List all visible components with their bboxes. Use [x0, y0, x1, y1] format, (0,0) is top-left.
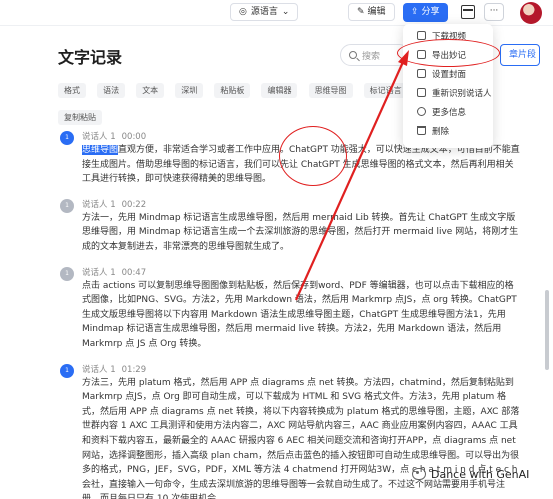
watermark-text: Dance with GenAI [431, 467, 530, 481]
watermark: Dance with GenAI [412, 466, 529, 482]
scrollbar[interactable] [545, 290, 549, 370]
annotation-arrow [294, 50, 409, 301]
wechat-icon [412, 468, 426, 480]
arrow-line [294, 61, 405, 301]
arrow-head [398, 50, 409, 66]
